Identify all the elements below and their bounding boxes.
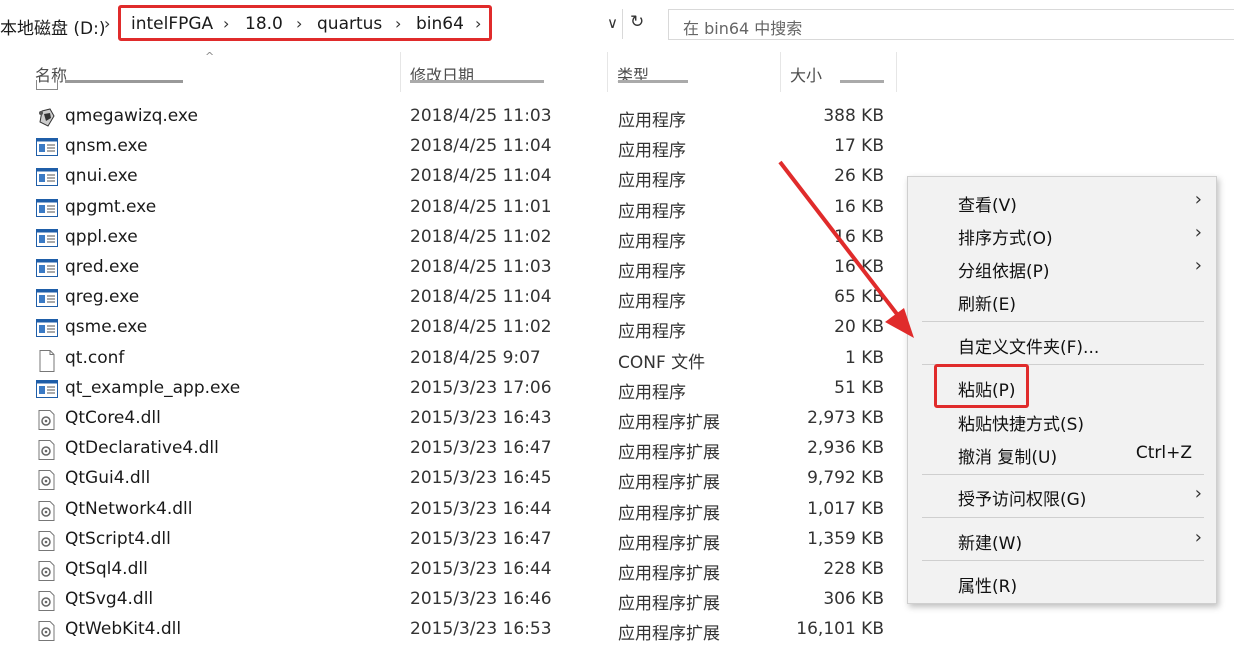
annotation-arrow [778,160,914,338]
annotation-arrowhead [885,308,914,338]
annotation-arrow-shaft [778,160,902,320]
